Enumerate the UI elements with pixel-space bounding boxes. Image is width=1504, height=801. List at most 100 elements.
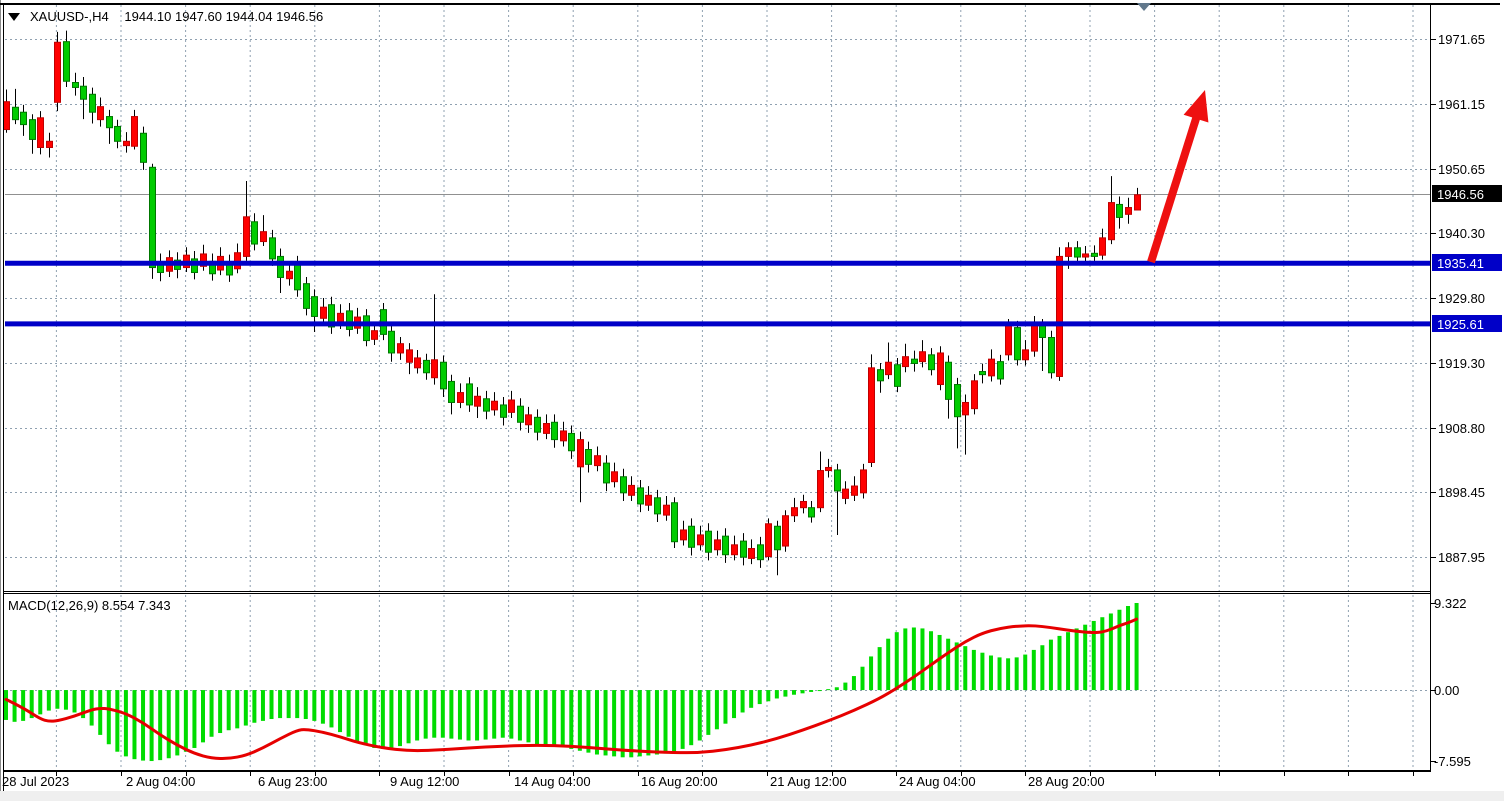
macd-histogram-bar (638, 690, 642, 756)
candle-bull (321, 307, 327, 318)
hline-price-badge: 1935.41 (1437, 256, 1484, 271)
candle-bull (938, 353, 944, 385)
candle-bull (544, 424, 550, 434)
macd-histogram-bar (1006, 658, 1010, 690)
macd-histogram-bar (1075, 628, 1079, 690)
candle-bear (30, 120, 36, 140)
candle-bear (1040, 326, 1046, 338)
macd-histogram-bar (526, 690, 530, 742)
macd-histogram-bar (1040, 645, 1044, 690)
macd-histogram-bar (809, 690, 813, 692)
macd-histogram-bar (604, 690, 608, 755)
candle-bull (826, 467, 832, 470)
price-axis-label: 1929.80 (1438, 291, 1485, 306)
macd-histogram-bar (912, 627, 916, 690)
macd-histogram-bar (544, 690, 548, 745)
macd-histogram-bar (21, 690, 25, 721)
macd-histogram-bar (1083, 625, 1087, 690)
macd-histogram-bar (98, 690, 102, 735)
candle-bear (552, 422, 558, 439)
candle-bull (989, 359, 995, 376)
time-axis-label: 28 Jul 2023 (2, 774, 69, 789)
macd-histogram-bar (818, 690, 822, 691)
macd-histogram-bar (432, 690, 436, 738)
candle-bear (64, 42, 70, 82)
macd-histogram-bar (561, 690, 565, 747)
candle-bull (749, 549, 755, 559)
chart-frame-top (0, 3, 1500, 5)
candle-bull (509, 400, 515, 412)
macd-histogram-bar (295, 690, 299, 718)
candle-bull (1066, 248, 1072, 257)
candle-bear (980, 372, 986, 375)
macd-histogram-bar (672, 690, 676, 752)
macd-histogram-bar (1032, 650, 1036, 690)
macd-histogram-bar (595, 690, 599, 754)
candle-bear (73, 83, 79, 88)
macd-histogram-bar (980, 653, 984, 690)
chart-header: XAUUSD-,H4 1944.10 1947.60 1944.04 1946.… (8, 9, 323, 24)
candle-bear (1015, 328, 1021, 360)
macd-histogram-bar (389, 690, 393, 748)
macd-histogram-bar (938, 635, 942, 690)
candle-bear (895, 365, 901, 387)
candle-bear (955, 385, 961, 417)
macd-axis-label: 9.322 (1434, 596, 1467, 611)
candle-bear (1049, 337, 1055, 372)
macd-histogram-bar (989, 656, 993, 691)
macd-indicator-label: MACD(12,26,9) 8.554 7.343 (8, 598, 171, 613)
macd-histogram-bar (261, 690, 265, 721)
chart-canvas[interactable]: 1971.651961.151950.651940.301929.801919.… (0, 0, 1504, 801)
macd-histogram-bar (73, 690, 77, 712)
macd-histogram-bar (492, 690, 496, 739)
candle-bear (90, 94, 96, 112)
candle-bear (150, 167, 156, 267)
macd-histogram-bar (1057, 636, 1061, 690)
candle-bull (492, 401, 498, 410)
trend-arrow-head[interactable] (1184, 90, 1209, 123)
macd-histogram-bar (1117, 610, 1121, 690)
macd-histogram-bar (621, 690, 625, 757)
candle-bull (475, 396, 481, 406)
macd-histogram-bar (415, 690, 419, 740)
collapse-triangle-icon[interactable] (8, 13, 20, 21)
candle-bull (869, 368, 875, 463)
macd-histogram-bar (706, 690, 710, 735)
macd-histogram-bar (569, 690, 573, 749)
macd-histogram-bar (4, 690, 8, 720)
candle-bear (252, 222, 258, 244)
macd-histogram-bar (749, 690, 753, 708)
candle-bear (347, 311, 353, 330)
candle-bull (244, 217, 250, 257)
macd-histogram-bar (304, 690, 308, 719)
time-axis-label: 21 Aug 12:00 (770, 774, 847, 789)
candle-bull (664, 505, 670, 515)
scroll-to-end-marker-icon[interactable] (1137, 3, 1151, 11)
candle-bull (372, 331, 378, 340)
symbol-period-label: XAUUSD-,H4 (30, 9, 109, 24)
macd-histogram-bar (278, 690, 282, 718)
candle-bull (1083, 254, 1089, 257)
candle-bear (775, 526, 781, 550)
macd-histogram-bar (347, 690, 351, 737)
macd-histogram-bar (115, 690, 119, 752)
candle-bull (629, 485, 635, 495)
macd-histogram-bar (372, 690, 376, 748)
candle-bull (852, 486, 858, 495)
macd-histogram-bar (270, 690, 274, 719)
macd-histogram-bar (766, 690, 770, 701)
trend-arrow-shaft[interactable] (1151, 113, 1198, 262)
candle-bear (270, 238, 276, 259)
macd-histogram-bar (467, 690, 471, 740)
candle-bear (1117, 204, 1123, 217)
candle-bear (621, 477, 627, 493)
time-axis-label: 9 Aug 12:00 (390, 774, 459, 789)
macd-histogram-bar (972, 650, 976, 690)
candle-bull (458, 393, 464, 403)
macd-histogram-bar (612, 690, 616, 756)
hline-price-badge: 1925.61 (1437, 317, 1484, 332)
macd-histogram-bar (338, 690, 342, 732)
macd-histogram-bar (758, 690, 762, 704)
macd-histogram-bar (835, 687, 839, 690)
candle-bull (398, 344, 404, 353)
